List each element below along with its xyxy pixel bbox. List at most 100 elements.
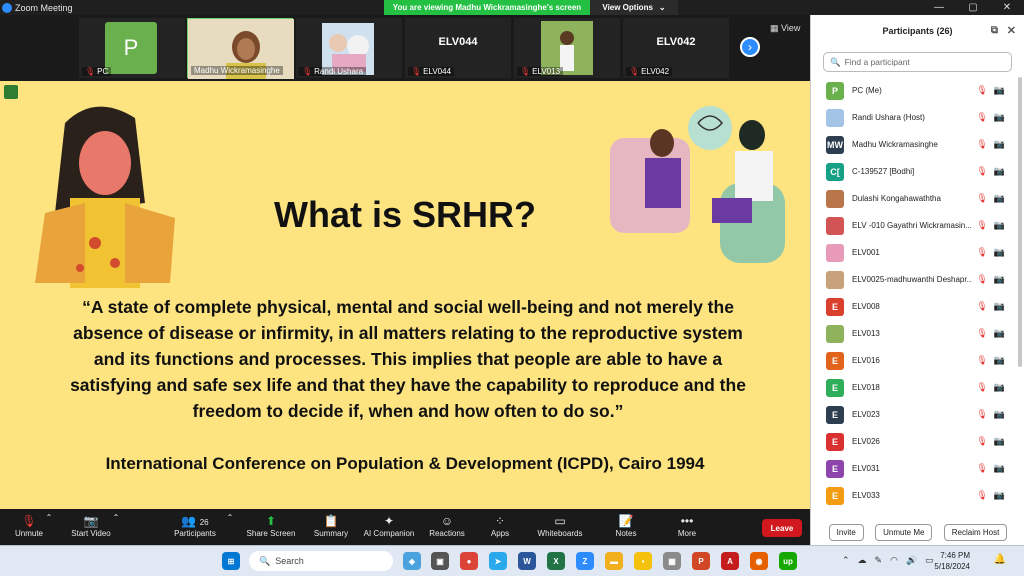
participant-row[interactable]: C[C-139527 [Bodhi] 🎙 📷 [811,158,1017,185]
participant-row[interactable]: E ELV031 🎙 📷 [811,455,1017,482]
mic-muted-icon: 🎙 [976,436,988,446]
windows-start-icon[interactable]: ⊞ [222,552,240,570]
leave-button[interactable]: Leave [762,519,802,537]
audio-options-caret[interactable]: ⌃ [44,513,54,522]
chrome-icon[interactable]: ● [460,552,478,570]
participant-row[interactable]: ELV0025-madhuwanthi Deshapr... 🎙 📷 [811,266,1017,293]
participant-status-icons: 🎙 📷 [976,490,1005,501]
next-page-arrow-icon[interactable]: › [740,37,760,57]
mic-muted-icon: 🎙 [302,67,313,76]
participant-name: C-139527 [Bodhi] [852,167,915,176]
avatar: E [826,486,844,505]
maximize-button[interactable]: ▢ [956,0,990,15]
participant-row[interactable]: E ELV023 🎙 📷 [811,401,1017,428]
video-tile-pc[interactable]: P 🎙 PC [79,18,185,78]
participant-row[interactable]: E ELV033 🎙 📷 [811,482,1017,509]
whiteboards-button[interactable]: ▭ Whiteboards [525,513,595,538]
close-window-button[interactable]: ✕ [990,0,1024,15]
invite-button[interactable]: Invite [828,524,864,541]
participant-status-icons: 🎙 📷 [976,382,1005,393]
avatar [826,108,844,127]
video-tile-elv044[interactable]: ELV044 🎙 ELV044 [405,18,511,78]
video-tile-elv013[interactable]: 🎙 ELV013 [514,18,620,78]
unmute-me-button[interactable]: Unmute Me [875,524,933,541]
word-icon[interactable]: W [518,552,536,570]
participant-search-input[interactable]: 🔍 Find a participant [823,52,1012,72]
tile-name: ELV042 [641,67,670,76]
participant-row[interactable]: E ELV016 🎙 📷 [811,347,1017,374]
pop-out-icon[interactable]: ⧉ [991,25,998,36]
mic-muted-icon: 🎙 [976,355,988,365]
participant-row[interactable]: Dulashi Kongahawaththa 🎙 📷 [811,185,1017,212]
reclaim-host-button[interactable]: Reclaim Host [943,524,1008,541]
participant-row[interactable]: E ELV018 🎙 📷 [811,374,1017,401]
participant-row[interactable]: MW Madhu Wickramasinghe 🎙 📷 [811,131,1017,158]
view-button[interactable]: ▦ View [770,23,800,34]
zoom-taskbar-icon[interactable]: Z [576,552,594,570]
participant-status-icons: 🎙 📷 [976,436,1005,447]
participant-row[interactable]: ELV001 🎙 📷 [811,239,1017,266]
participant-row[interactable]: ELV013 🎙 📷 [811,320,1017,347]
volume-icon[interactable]: 🔊 [906,555,917,566]
mic-muted-icon: 🎙 [976,463,988,473]
participant-name: ELV013 [852,329,880,338]
file-explorer-icon[interactable]: ▬ [605,552,623,570]
taskbar-clock[interactable]: 7:46 PM 5/18/2024 [934,550,970,572]
task-view-icon[interactable]: ▣ [431,552,449,570]
participant-status-icons: 🎙 📷 [976,247,1005,258]
more-button[interactable]: ••• More [652,513,722,538]
participant-status-icons: 🎙 📷 [976,463,1005,474]
minimize-button[interactable]: — [922,0,956,15]
viewing-screen-banner: You are viewing Madhu Wickramasinghe's s… [384,0,590,15]
participant-row[interactable]: Randi Ushara (Host) 🎙 📷 [811,104,1017,131]
video-tile-randi[interactable]: 🎙 Randi Ushara [296,18,402,78]
mic-muted-icon: 🎙 [976,409,988,419]
participant-row[interactable]: E ELV008 🎙 📷 [811,293,1017,320]
video-options-caret[interactable]: ⌃ [111,513,121,522]
firefox-icon[interactable]: ◉ [750,552,768,570]
participant-status-icons: 🎙 📷 [976,139,1005,150]
participants-button[interactable]: 👥 26 Participants [160,513,230,538]
weather-icon[interactable]: ☁ [858,555,867,566]
zoom-logo-icon [2,2,12,13]
copilot-icon[interactable]: ◈ [403,552,421,570]
view-options-button[interactable]: View Options ⌄ [590,0,678,15]
telegram-icon[interactable]: ➤ [489,552,507,570]
close-icon[interactable]: ✕ [1007,24,1016,37]
panel-footer: Invite Unmute Me Reclaim Host [811,524,1024,541]
unmute-label: Unmute [14,529,43,538]
scrollbar[interactable] [1018,77,1022,367]
tile-name: Madhu Wickramasinghe [194,66,280,75]
chevron-up-icon[interactable]: ⌃ [842,555,850,566]
notification-bell-icon[interactable]: 🔔 [994,554,1006,565]
participant-row[interactable]: P PC (Me) 🎙 📷 [811,77,1017,104]
participant-name: ELV016 [852,356,880,365]
video-tile-elv042[interactable]: ELV042 🎙 ELV042 [623,18,729,78]
excel-icon[interactable]: X [547,552,565,570]
app-icon[interactable]: ▦ [663,552,681,570]
participant-row[interactable]: E ELV026 🎙 📷 [811,428,1017,455]
participant-row[interactable]: ELV -010 Gayathri Wickramasin... 🎙 📷 [811,212,1017,239]
video-tile-madhu[interactable]: Madhu Wickramasinghe [187,18,294,79]
taskbar-search-input[interactable]: 🔍 Search [249,551,393,571]
participants-options-caret[interactable]: ⌃ [225,513,235,522]
avatar [826,270,844,289]
participant-name: ELV031 [852,464,880,473]
search-icon: 🔍 [830,56,841,67]
battery-icon[interactable]: ▭ [925,555,934,566]
powerpoint-icon[interactable]: P [692,552,710,570]
tile-big-name: ELV042 [656,36,696,48]
pen-icon[interactable]: ✎ [875,555,883,566]
participant-status-icons: 🎙 📷 [976,274,1005,285]
upwork-icon[interactable]: up [779,552,797,570]
video-off-icon: 📷 [993,301,1005,311]
sticky-notes-icon[interactable]: ▪ [634,552,652,570]
unmute-button[interactable]: 🎙 Unmute [0,513,64,538]
acrobat-icon[interactable]: A [721,552,739,570]
wifi-icon[interactable]: ◠ [890,555,898,566]
tile-name: Randi Ushara [314,67,364,76]
notes-button[interactable]: 📝 Notes [591,513,661,538]
avatar: E [826,297,844,316]
avatar: P [105,22,157,74]
mic-muted-icon: 🎙 [976,220,988,230]
